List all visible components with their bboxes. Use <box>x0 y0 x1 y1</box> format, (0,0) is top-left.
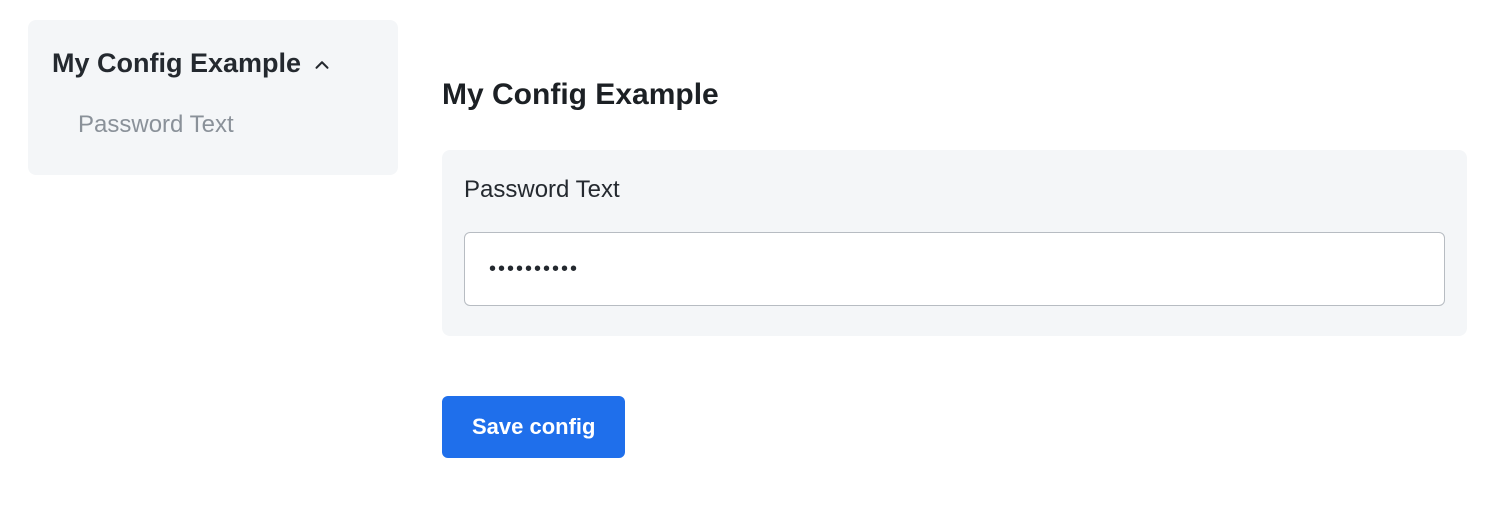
sidebar-item-label: Password Text <box>78 111 234 138</box>
main-content: My Config Example Password Text Save con… <box>442 20 1467 458</box>
config-panel: Password Text <box>442 150 1467 336</box>
save-config-button[interactable]: Save config <box>442 396 625 458</box>
sidebar-title: My Config Example <box>52 48 301 79</box>
password-input[interactable] <box>464 232 1445 306</box>
page-title: My Config Example <box>442 78 1467 112</box>
password-label: Password Text <box>464 176 1445 204</box>
sidebar: My Config Example Password Text <box>28 20 398 175</box>
sidebar-item-password-text[interactable]: Password Text <box>28 103 398 147</box>
sidebar-header[interactable]: My Config Example <box>28 48 398 103</box>
chevron-up-icon <box>311 54 333 76</box>
